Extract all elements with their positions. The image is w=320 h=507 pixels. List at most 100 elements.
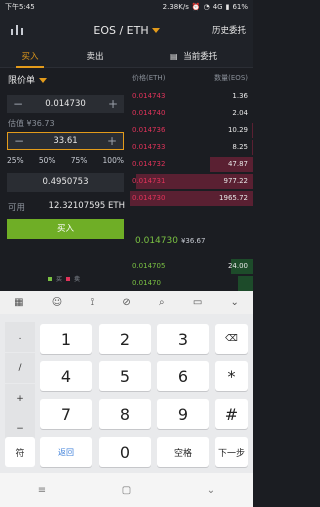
key-0[interactable]: 0	[99, 437, 151, 467]
alarm-icon: ⏰	[191, 3, 201, 11]
ask-row[interactable]: 0.014740 2.04	[130, 105, 253, 122]
numeric-keyboard: . / + − 符 1 2 3 ⌫ 4 5 6 * 7 8 9 # 返回 0 空…	[0, 314, 253, 473]
last-price: 0.014730 ¥36.67	[135, 236, 205, 246]
amount-plus-button[interactable]: +	[101, 132, 123, 150]
ask-row[interactable]: 0.014743 1.36	[130, 88, 253, 105]
percent-50[interactable]: 50%	[39, 156, 56, 165]
key-4[interactable]: 4	[40, 361, 92, 391]
percent-selector: 25% 50% 75% 100%	[7, 156, 124, 165]
ask-price: 0.014733	[132, 143, 166, 151]
price-estimate: 估值 ¥36.73	[8, 119, 55, 128]
backspace-key[interactable]: ⌫	[215, 324, 248, 354]
key-2[interactable]: 2	[99, 324, 151, 354]
buy-legend-swatch	[48, 276, 52, 281]
ask-row[interactable]: 0.014736 10.29	[130, 122, 253, 139]
key-hash[interactable]: #	[215, 399, 248, 429]
ask-depth-bar	[252, 123, 253, 138]
ask-row[interactable]: 0.014733 8.25	[130, 139, 253, 156]
available-balance: 可用 12.32107595 ETH	[8, 201, 125, 213]
app-header: EOS / ETH 历史委托	[0, 14, 253, 46]
next-key[interactable]: 下一步	[215, 437, 248, 467]
signal-icon: ▮	[225, 3, 230, 11]
pair-title: EOS / ETH	[93, 23, 149, 37]
ask-row[interactable]: 0.014732 47.87	[130, 156, 253, 173]
price-input[interactable]: 0.014730	[29, 99, 102, 109]
total-field: 0.4950753	[7, 173, 124, 192]
key-plus[interactable]: +	[5, 384, 35, 414]
ask-row[interactable]: 0.014731 977.22	[130, 173, 253, 190]
key-dot[interactable]: .	[5, 322, 35, 352]
grid-icon[interactable]: ▦	[14, 297, 23, 308]
price-minus-button[interactable]: −	[7, 95, 29, 113]
last-price-cny: ¥36.67	[180, 237, 206, 245]
system-navbar: ≡ ▢ ⌄	[0, 473, 253, 507]
qty-column-header: 数量(EOS)	[214, 74, 248, 82]
cursor-icon[interactable]: ⟟	[90, 297, 94, 308]
emoji-icon[interactable]: ☺	[52, 297, 62, 308]
back-icon[interactable]: ⌄	[207, 485, 215, 496]
return-key[interactable]: 返回	[40, 437, 92, 467]
key-6[interactable]: 6	[157, 361, 209, 391]
key-5[interactable]: 5	[99, 361, 151, 391]
collapse-icon[interactable]: ⌄	[231, 297, 239, 308]
dropdown-icon	[151, 28, 160, 33]
key-8[interactable]: 8	[99, 399, 151, 429]
history-orders-link[interactable]: 历史委托	[212, 24, 246, 36]
price-column-header: 价格(ETH)	[132, 74, 166, 82]
ask-price: 0.014736	[132, 126, 166, 134]
status-bar: 下午5:45 2.38K/s ⏰ ◔ 4G ▮ 61%	[0, 0, 253, 14]
tab-current-orders[interactable]: ▤ 当前委托	[170, 50, 217, 62]
wifi-icon: ◔	[203, 3, 210, 11]
bag-icon[interactable]: ▭	[193, 297, 202, 308]
percent-100[interactable]: 100%	[103, 156, 124, 165]
trade-tabs: 买入 卖出 ▤ 当前委托	[0, 46, 253, 68]
ask-qty: 8.25	[232, 143, 248, 151]
ask-qty: 10.29	[227, 126, 248, 134]
key-3[interactable]: 3	[157, 324, 209, 354]
bid-price: 0.01470	[132, 279, 161, 287]
tab-sell[interactable]: 卖出	[65, 50, 125, 62]
key-9[interactable]: 9	[157, 399, 209, 429]
percent-25[interactable]: 25%	[7, 156, 24, 165]
last-price-value: 0.014730	[135, 236, 178, 246]
available-value: 12.32107595 ETH	[48, 201, 125, 211]
tab-current-label: 当前委托	[183, 52, 218, 62]
ask-price: 0.014732	[132, 160, 166, 168]
net-speed: 2.38K/s	[162, 3, 189, 11]
bid-row[interactable]: 0.014705 24.00	[130, 258, 253, 275]
bid-price: 0.014705	[132, 262, 166, 270]
amount-input[interactable]: 33.61	[30, 136, 101, 146]
amount-minus-button[interactable]: −	[8, 132, 30, 150]
tab-buy[interactable]: 买入	[0, 50, 60, 68]
percent-75[interactable]: 75%	[71, 156, 88, 165]
key-asterisk[interactable]: *	[215, 361, 248, 391]
orders-icon: ▤	[170, 52, 178, 61]
status-time: 下午5:45	[5, 3, 35, 11]
buy-button[interactable]: 买入	[7, 219, 124, 239]
link-icon[interactable]: ⊘	[122, 297, 130, 308]
key-symbols[interactable]: 符	[5, 437, 35, 467]
price-plus-button[interactable]: +	[102, 95, 124, 113]
bid-qty: 24.00	[227, 262, 248, 270]
ask-price: 0.014743	[132, 92, 166, 100]
key-slash[interactable]: /	[5, 353, 35, 383]
keyboard-toolbar: ▦ ☺ ⟟ ⊘ ⌕ ▭ ⌄	[0, 291, 253, 314]
ask-price: 0.014730	[132, 194, 166, 202]
sell-legend-label: 卖	[74, 276, 81, 283]
bid-row[interactable]: 0.01470	[130, 275, 253, 292]
key-7[interactable]: 7	[40, 399, 92, 429]
menu-icon[interactable]: ≡	[38, 485, 46, 496]
price-stepper: − 0.014730 +	[7, 95, 124, 113]
ask-row[interactable]: 0.014730 1965.72	[130, 190, 253, 207]
ask-qty: 47.87	[227, 160, 248, 168]
dropdown-icon	[39, 78, 48, 83]
bid-depth-bar	[238, 276, 253, 291]
search-icon[interactable]: ⌕	[159, 297, 165, 308]
order-type-selector[interactable]: 限价单	[8, 73, 48, 86]
ask-qty: 2.04	[232, 109, 248, 117]
ask-depth-bar	[252, 140, 253, 155]
home-icon[interactable]: ▢	[122, 485, 131, 496]
key-1[interactable]: 1	[40, 324, 92, 354]
space-key[interactable]: 空格	[157, 437, 209, 467]
ask-qty: 977.22	[223, 177, 249, 185]
